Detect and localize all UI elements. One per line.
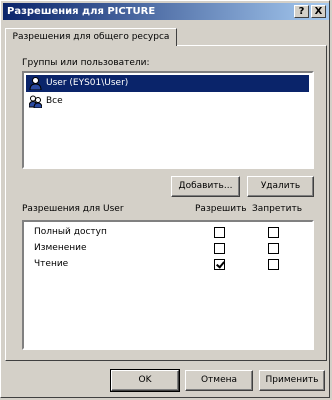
help-button[interactable]: ? xyxy=(294,5,309,18)
allow-column-header: Разрешить xyxy=(195,204,247,214)
permissions-label: Разрешения для User xyxy=(22,204,124,214)
perm-row-read-label: Чтение xyxy=(34,259,69,269)
list-item-everyone[interactable]: Все xyxy=(26,93,309,110)
window-title: Разрешения для PICTURE xyxy=(7,6,156,17)
tab-share-permissions[interactable]: Разрешения для общего ресурса xyxy=(5,28,177,46)
group-icon xyxy=(29,95,42,108)
close-button[interactable]: X xyxy=(311,5,326,18)
ok-button[interactable]: OK xyxy=(110,369,180,392)
user-label: User (EYS01\User) xyxy=(46,78,129,88)
permissions-dialog: Разрешения для PICTURE ? X Разрешения дл… xyxy=(0,0,330,398)
permissions-list: Полный доступ Изменение Чтение xyxy=(22,220,314,350)
title-bar: Разрешения для PICTURE xyxy=(3,3,329,20)
apply-button[interactable]: Применить xyxy=(259,370,325,391)
full-control-deny-checkbox[interactable] xyxy=(268,227,279,238)
perm-row-modify-label: Изменение xyxy=(34,243,87,253)
perm-row-full-control-label: Полный доступ xyxy=(34,227,107,237)
read-allow-checkbox[interactable] xyxy=(214,259,225,270)
modify-deny-checkbox[interactable] xyxy=(268,243,279,254)
users-list[interactable]: User (EYS01\User) Все xyxy=(22,71,314,169)
cancel-button[interactable]: Отмена xyxy=(185,370,253,391)
list-item-user[interactable]: User (EYS01\User) xyxy=(26,75,309,92)
user-icon xyxy=(29,77,42,90)
modify-allow-checkbox[interactable] xyxy=(214,243,225,254)
add-button[interactable]: Добавить... xyxy=(171,176,240,197)
deny-column-header: Запретить xyxy=(252,204,303,214)
everyone-label: Все xyxy=(46,96,63,106)
read-deny-checkbox[interactable] xyxy=(268,259,279,270)
users-group-label: Группы или пользователи: xyxy=(22,58,150,68)
remove-button[interactable]: Удалить xyxy=(247,176,314,197)
full-control-allow-checkbox[interactable] xyxy=(214,227,225,238)
